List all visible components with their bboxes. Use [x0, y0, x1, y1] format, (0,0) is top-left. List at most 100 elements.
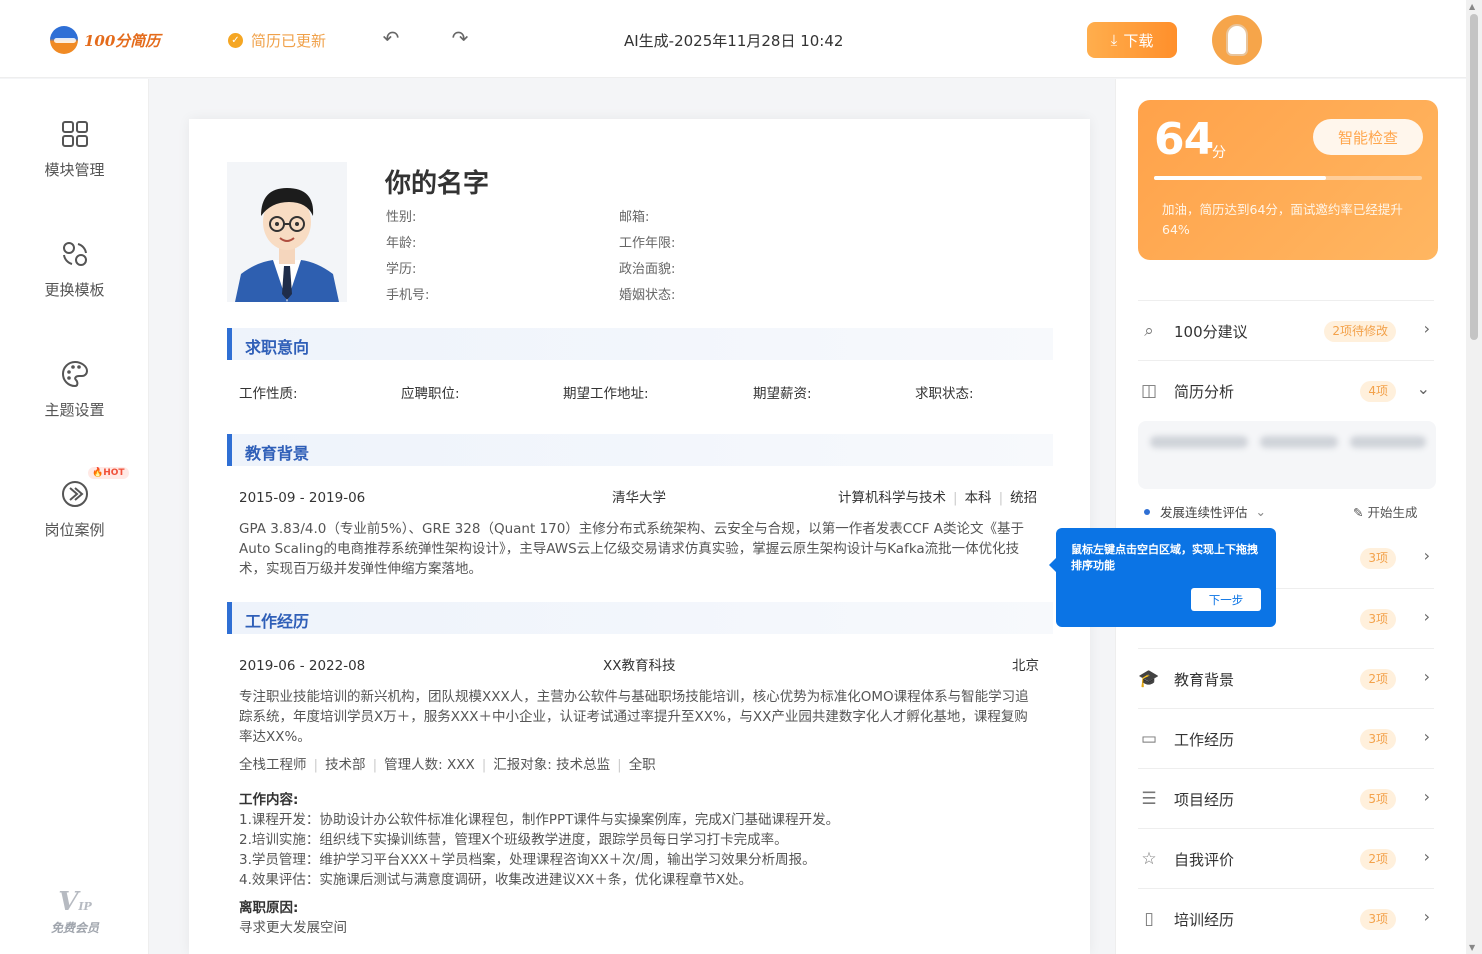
- work-tags[interactable]: 全栈工程师 | 技术部 | 管理人数: XXX | 汇报对象: 技术总监 | 全职: [239, 755, 656, 775]
- chevron-right-icon: ›: [1423, 727, 1430, 746]
- palette-icon: [61, 360, 88, 388]
- work-company[interactable]: XX教育科技: [603, 656, 676, 676]
- score-card: 64 分 智能检查 加油，简历达到64分，面试邀约率已经提升64%: [1138, 100, 1438, 260]
- suggestion-row-self-eval[interactable]: ☆ 自我评价 2项 ›: [1138, 828, 1434, 888]
- chart-icon: ◫: [1140, 381, 1158, 401]
- download-icon: ⤓: [1110, 31, 1118, 49]
- edu-description[interactable]: GPA 3.83/4.0（专业前5%）、GRE 328（Quant 170）主修…: [239, 519, 1039, 579]
- scrollbar-thumb[interactable]: [1470, 14, 1478, 340]
- section-header-job-intent[interactable]: 求职意向: [227, 328, 1053, 360]
- redo-icon[interactable]: ↷: [450, 28, 470, 48]
- info-work-years[interactable]: 工作年限:: [619, 232, 675, 251]
- chevron-right-icon: ›: [1423, 787, 1430, 806]
- undo-icon[interactable]: ↶: [381, 28, 401, 48]
- save-status-text: 简历已更新: [251, 32, 327, 50]
- analysis-blurred-content: [1138, 421, 1436, 489]
- search-icon: ⌕: [1144, 321, 1154, 341]
- section-header-work[interactable]: 工作经历: [227, 602, 1053, 634]
- info-political[interactable]: 政治面貌:: [619, 258, 675, 277]
- work-content-line[interactable]: 3.学员管理：维护学习平台XXX＋学员档案，处理课程咨询XX＋次/周，输出学习效…: [239, 850, 816, 870]
- star-icon: ☆: [1141, 849, 1157, 869]
- book-icon: ▯: [1144, 909, 1154, 929]
- info-phone[interactable]: 手机号:: [386, 284, 429, 303]
- chevron-right-icon: ›: [1423, 667, 1430, 686]
- edu-type: 统招: [1010, 490, 1038, 506]
- continuity-eval-dropdown[interactable]: 发展连续性评估 ⌄: [1144, 502, 1266, 521]
- intent-salary[interactable]: 期望薪资:: [753, 384, 812, 404]
- graduation-cap-icon: 🎓: [1138, 669, 1160, 689]
- start-generate-button[interactable]: ✎ 开始生成: [1353, 502, 1417, 521]
- leave-reason[interactable]: 寻求更大发展空间: [239, 918, 347, 938]
- suggestion-badge: 2项: [1360, 669, 1396, 690]
- sidebar-item-label: 岗位案例: [44, 521, 105, 539]
- next-step-button[interactable]: 下一步: [1191, 588, 1261, 611]
- suggestion-row-projects[interactable]: ☰ 项目经历 5项 ›: [1138, 768, 1434, 828]
- info-gender[interactable]: 性别:: [386, 206, 416, 225]
- avatar-figure-icon: [1226, 24, 1248, 56]
- work-content-line[interactable]: 2.培训实施：组织线下实操训练营，管理X个班级教学进度，跟踪学员每日学习打卡完成…: [239, 830, 788, 850]
- work-content-title[interactable]: 工作内容:: [239, 790, 298, 810]
- swap-template-icon: [62, 242, 87, 266]
- sidebar-item-job-cases[interactable]: 🔥HOT 岗位案例: [0, 467, 149, 540]
- suggestion-badge: 5项: [1360, 789, 1396, 810]
- suggestion-row-100[interactable]: ⌕ 100分建议 2项待修改 ›: [1138, 300, 1434, 360]
- score-progress-fill: [1154, 176, 1326, 180]
- suggestion-badge: 3项: [1360, 609, 1396, 630]
- work-company-description[interactable]: 专注职业技能培训的新兴机构，团队规模XXX人，主营办公软件与基础职场技能培训，核…: [239, 687, 1039, 747]
- profile-photo[interactable]: [227, 162, 347, 302]
- info-age[interactable]: 年龄:: [386, 232, 416, 251]
- work-period[interactable]: 2019-06 - 2022-08: [239, 656, 365, 676]
- download-button[interactable]: ⤓ 下载: [1087, 22, 1177, 58]
- list-icon: ☰: [1141, 789, 1157, 809]
- info-education[interactable]: 学历:: [386, 258, 416, 277]
- intent-location[interactable]: 期望工作地址:: [563, 384, 649, 404]
- suggestion-row-work[interactable]: ▭ 工作经历 3项 ›: [1138, 708, 1434, 768]
- edu-period[interactable]: 2015-09 - 2019-06: [239, 488, 365, 508]
- vip-label: 免费会员: [50, 921, 99, 935]
- logo[interactable]: 100分简历: [50, 26, 160, 54]
- document-title[interactable]: AI生成-2025年11月28日 10:42: [624, 30, 843, 51]
- work-content-line[interactable]: 1.课程开发：协助设计办公软件标准化课程包，制作PPT课件与实操案例库，完成X门…: [239, 810, 839, 830]
- chevron-right-icon: ›: [1423, 907, 1430, 926]
- info-marital[interactable]: 婚姻状态:: [619, 284, 675, 303]
- info-email[interactable]: 邮箱:: [619, 206, 649, 225]
- sidebar-item-theme-settings[interactable]: 主题设置: [0, 359, 149, 420]
- smart-check-button[interactable]: 智能检查: [1313, 119, 1423, 155]
- work-city[interactable]: 北京: [1012, 656, 1039, 676]
- suggestion-row-education[interactable]: 🎓 教育背景 2项 ›: [1138, 648, 1434, 708]
- suggestion-badge: 2项: [1360, 849, 1396, 870]
- work-content-line[interactable]: 4.效果评估：实施课后测试与满意度调研，收集改进建议XX＋条，优化课程章节X处。: [239, 870, 752, 890]
- chevron-down-icon: ⌄: [1416, 379, 1430, 398]
- intent-status[interactable]: 求职状态:: [915, 384, 974, 404]
- edu-degree: 本科: [964, 490, 992, 506]
- chevron-right-icon: ›: [1423, 319, 1430, 338]
- score-tip: 加油，简历达到64分，面试邀约率已经提升64%: [1162, 202, 1403, 237]
- page-scrollbar[interactable]: ▲ ▼: [1466, 0, 1482, 954]
- sidebar-item-change-template[interactable]: 更换模板: [0, 239, 149, 300]
- logo-text: 100分简历: [84, 31, 161, 50]
- magic-wand-icon: ✎: [1353, 505, 1364, 520]
- bullet-dot-icon: [1144, 508, 1150, 515]
- suggestion-badge: 2项待修改: [1324, 321, 1396, 342]
- sidebar-item-module-manage[interactable]: 模块管理: [0, 119, 149, 180]
- scroll-down-icon[interactable]: ▼: [1469, 943, 1475, 952]
- edu-major: 计算机科学与技术: [838, 490, 946, 506]
- hot-badge: 🔥HOT: [88, 467, 129, 479]
- scroll-up-icon[interactable]: ▲: [1469, 2, 1475, 11]
- leave-reason-title[interactable]: 离职原因:: [239, 898, 298, 918]
- intent-position[interactable]: 应聘职位:: [401, 384, 460, 404]
- resume-name[interactable]: 你的名字: [385, 163, 489, 200]
- sidebar-item-label: 主题设置: [44, 401, 105, 419]
- edu-school[interactable]: 清华大学: [612, 488, 666, 508]
- sidebar-item-label: 更换模板: [44, 281, 105, 299]
- edu-meta[interactable]: 计算机科学与技术 | 本科 | 统招: [838, 488, 1037, 508]
- resume-paper[interactable]: 你的名字 性别: 年龄: 学历: 手机号: 邮箱: 工作年限: 政治面貌: 婚姻…: [189, 119, 1090, 954]
- vip-membership[interactable]: VIP 免费会员: [40, 887, 110, 936]
- suggestion-row-training[interactable]: ▯ 培训经历 3项 ›: [1138, 888, 1434, 948]
- score-unit: 分: [1212, 145, 1226, 161]
- intent-work-type[interactable]: 工作性质:: [239, 384, 298, 404]
- suggestion-row-analysis[interactable]: ◫ 简历分析 4项 ⌄: [1138, 360, 1434, 420]
- section-header-education[interactable]: 教育背景: [227, 434, 1053, 466]
- logo-mark-icon: [50, 26, 78, 54]
- user-avatar[interactable]: [1212, 15, 1262, 65]
